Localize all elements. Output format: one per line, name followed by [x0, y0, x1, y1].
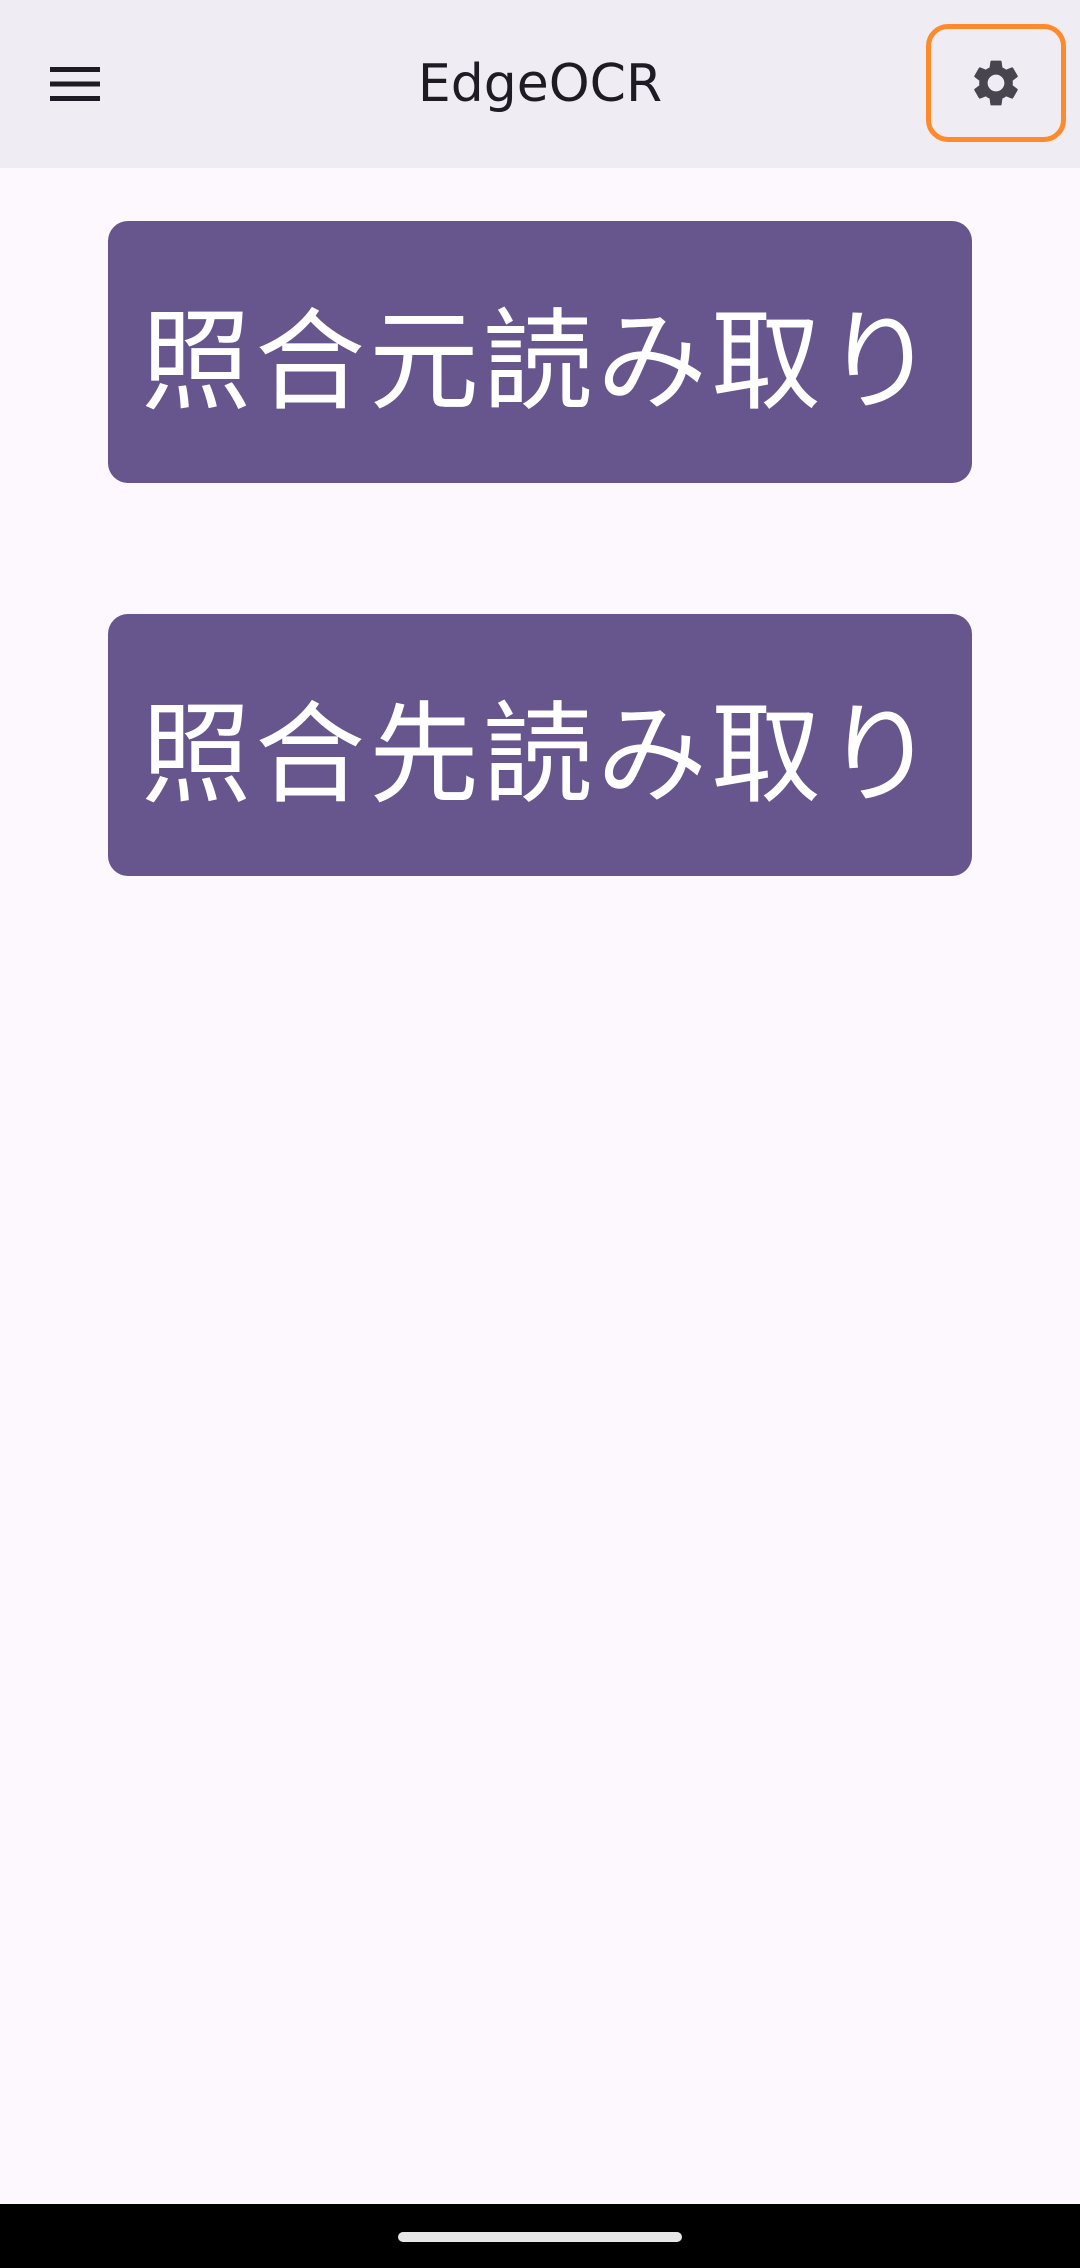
read-target-label: 照合先読み取り — [141, 691, 939, 819]
read-source-button[interactable]: 照合元読み取り — [108, 221, 972, 483]
top-app-bar: EdgeOCR — [0, 0, 1080, 168]
read-source-label: 照合元読み取り — [141, 298, 939, 426]
settings-button[interactable] — [926, 24, 1066, 142]
home-indicator[interactable] — [398, 2232, 682, 2242]
read-target-button[interactable]: 照合先読み取り — [108, 614, 972, 876]
gear-icon — [974, 60, 1018, 106]
app-title: EdgeOCR — [417, 54, 663, 114]
